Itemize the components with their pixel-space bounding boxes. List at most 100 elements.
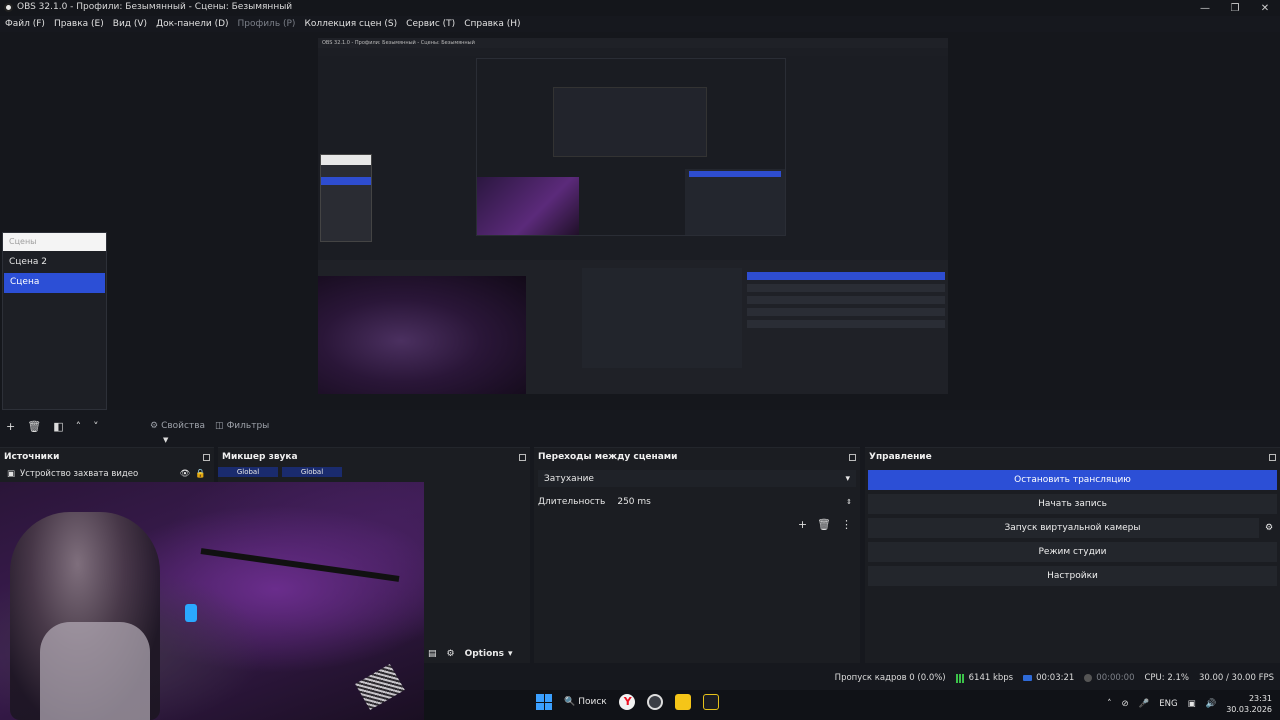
yandex-browser-icon[interactable]: Y	[618, 694, 635, 710]
menu-profile[interactable]: Профиль (P)	[238, 19, 296, 29]
fps-status: 30.00 / 30.00 FPS	[1198, 673, 1274, 683]
stop-streaming-button[interactable]: Остановить трансляцию	[868, 470, 1277, 490]
duration-label: Длительность	[538, 496, 606, 507]
scene-item[interactable]: Сцена 2	[3, 253, 106, 273]
network-icon[interactable]: ⊘	[1122, 699, 1129, 709]
settings-button[interactable]: Настройки	[868, 566, 1277, 586]
filters-button[interactable]: ◫ Фильтры	[215, 421, 269, 431]
undock-icon[interactable]	[203, 453, 210, 461]
mixer-channel[interactable]: Global	[218, 467, 278, 477]
undock-icon[interactable]	[519, 453, 526, 461]
lock-icon[interactable]: 🔒	[195, 469, 206, 479]
windows-start-icon[interactable]	[536, 694, 552, 710]
source-label: Устройство захвата видео	[20, 469, 139, 479]
chevron-down-icon: ▾	[845, 473, 850, 484]
filter-icon[interactable]: ◧	[53, 420, 63, 433]
file-explorer-icon[interactable]	[674, 694, 691, 710]
mixer-settings-icon[interactable]: ⚙	[447, 649, 455, 659]
app-icon[interactable]	[702, 694, 719, 710]
menu-file[interactable]: Файл (F)	[5, 19, 45, 29]
stepper-arrows-icon[interactable]: ⇕	[846, 498, 852, 506]
preview-nested-window	[476, 58, 786, 236]
filter-icon: ◫	[215, 421, 224, 431]
minimize-icon[interactable]: —	[1190, 0, 1220, 16]
mixer-channel[interactable]: Global	[282, 467, 342, 477]
record-icon	[1084, 674, 1093, 682]
duration-row: Длительность 250 ms ⇕	[538, 493, 856, 510]
taskbar-search[interactable]: 🔍 Поиск	[564, 697, 607, 707]
properties-label: Свойства	[161, 421, 206, 431]
menu-view[interactable]: Вид (V)	[113, 19, 147, 29]
preview-area[interactable]: OBS 32.1.0 - Профили: Безымянный - Сцены…	[0, 32, 1280, 444]
cpu-usage: CPU: 2.1%	[1144, 673, 1189, 683]
menu-tools[interactable]: Сервис (T)	[406, 19, 455, 29]
move-down-icon[interactable]: ˅	[93, 420, 99, 433]
scenes-toolbar: + 🗑 ◧ ˄ ˅	[6, 420, 99, 433]
display-icon[interactable]: ▣	[1188, 699, 1196, 709]
start-recording-button[interactable]: Начать запись	[868, 494, 1277, 514]
studio-mode-button[interactable]: Режим студии	[868, 542, 1277, 562]
volume-icon[interactable]: 🔊	[1206, 699, 1217, 709]
tray-expand-icon[interactable]: ˄	[1107, 699, 1111, 709]
source-item[interactable]: ▣ Устройство захвата видео 👁 🔒	[0, 466, 214, 482]
options-button[interactable]: Options ▾	[465, 649, 513, 659]
preview-nested-webcam	[318, 276, 526, 394]
obs-app-icon[interactable]	[646, 694, 663, 710]
microphone-icon[interactable]: 🎤	[1139, 699, 1150, 709]
sources-title: Источники	[4, 452, 60, 462]
duration-stepper[interactable]: 250 ms ⇕	[613, 493, 856, 510]
add-icon[interactable]: +	[6, 420, 15, 433]
menu-help[interactable]: Справка (H)	[464, 19, 520, 29]
microphone-arm	[200, 548, 400, 582]
controls-dock: Управление Остановить трансляцию Начать …	[865, 447, 1280, 663]
preview-nested-window-2	[553, 87, 707, 157]
more-options-icon[interactable]: ⋮	[841, 518, 852, 531]
preview-nested-controls	[685, 169, 785, 235]
streamer-shirt	[40, 622, 150, 720]
record-time-status: 00:00:00	[1084, 673, 1134, 683]
gear-icon[interactable]: ⚙	[1259, 518, 1279, 538]
trash-icon[interactable]: 🗑	[817, 518, 831, 531]
stream-icon	[1023, 675, 1033, 681]
stream-time: 00:03:21	[1036, 673, 1075, 683]
transition-select[interactable]: Затухание ▾	[538, 470, 856, 487]
title-bar: OBS 32.1.0 - Профили: Безымянный - Сцены…	[0, 0, 1280, 16]
duration-value: 250 ms	[617, 496, 651, 507]
taskbar-search-label: Поиск	[578, 697, 607, 707]
webcam-overlay	[0, 482, 424, 720]
controls-dock-title: Управление	[865, 448, 1280, 466]
undock-icon[interactable]	[849, 453, 856, 461]
mixer-title: Микшер звука	[222, 452, 298, 462]
start-virtual-camera-button[interactable]: Запуск виртуальной камеры	[1005, 523, 1141, 533]
maximize-icon[interactable]: ❐	[1220, 0, 1250, 16]
program-preview[interactable]: OBS 32.1.0 - Профили: Безымянный - Сцены…	[318, 38, 948, 394]
properties-button[interactable]: ⚙ Свойства	[150, 421, 205, 431]
mixer-dock-title: Микшер звука	[218, 448, 530, 466]
obs-logo-icon	[4, 2, 13, 12]
trash-icon[interactable]: 🗑	[27, 420, 41, 433]
clock[interactable]: 23:31 30.03.2026	[1226, 693, 1272, 715]
transitions-title: Переходы между сценами	[538, 452, 678, 462]
add-icon[interactable]: +	[798, 518, 807, 531]
preview-nested-titlebar: OBS 32.1.0 - Профили: Безымянный - Сцены…	[318, 38, 948, 48]
source-toolbar: ⚙ Свойства ◫ Фильтры	[150, 421, 269, 431]
menu-docks[interactable]: Док-панели (D)	[156, 19, 228, 29]
window-title: OBS 32.1.0 - Профили: Безымянный - Сцены…	[4, 2, 292, 12]
visibility-eye-icon[interactable]: 👁	[180, 469, 191, 479]
undock-icon[interactable]	[1269, 453, 1276, 461]
bitrate-value: 6141 kbps	[968, 673, 1014, 683]
scenes-list: Сцены Сцена 2 Сцена	[2, 232, 107, 410]
close-icon[interactable]: ✕	[1250, 0, 1280, 16]
chevron-down-icon: ▾	[508, 649, 513, 659]
transition-selected: Затухание	[544, 473, 594, 484]
move-up-icon[interactable]: ˄	[76, 420, 82, 433]
menu-edit[interactable]: Правка (E)	[54, 19, 104, 29]
mixer-layout-icon[interactable]: ▤	[428, 649, 437, 659]
scene-item-selected[interactable]: Сцена	[4, 273, 105, 293]
language-indicator[interactable]: ENG	[1159, 699, 1177, 709]
controls-title: Управление	[869, 452, 932, 462]
menu-scene-collection[interactable]: Коллекция сцен (S)	[304, 19, 397, 29]
filters-label: Фильтры	[226, 421, 270, 431]
splitter-handle-icon[interactable]: ▼	[163, 436, 168, 444]
obs-window: OBS 32.1.0 - Профили: Безымянный - Сцены…	[0, 0, 1280, 720]
